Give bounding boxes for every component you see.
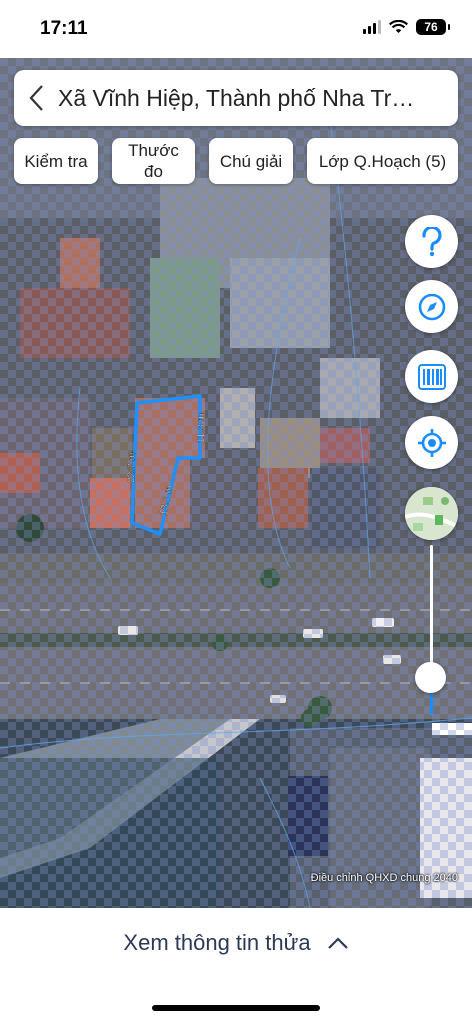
inspect-button[interactable]: Kiểm tra [14,138,98,184]
home-indicator [152,1005,320,1011]
status-bar: 17:11 76 [0,0,472,58]
battery-icon: 76 [416,19,450,35]
barcode-button[interactable] [405,350,458,403]
help-icon [421,226,442,256]
location-title[interactable]: Xã Vĩnh Hiệp, Thành phố Nha Tr… [58,85,448,112]
measure-label-line1: Thước [128,141,179,160]
chevron-up-icon [327,937,348,949]
satellite-map[interactable]: 22.7 m 11.3 m 13.7 m [0,58,472,908]
legend-button[interactable]: Chú giải [209,138,293,184]
map-layer-caption: Điều chỉnh QHXD chung 2040 [310,872,458,884]
inspect-label: Kiểm tra [24,151,88,171]
planning-layer-button[interactable]: Lớp Q.Hoạch (5) [307,138,458,184]
bottom-sheet[interactable]: Xem thông tin thửa [0,908,472,1024]
measure-label-line2: đo [144,162,163,181]
parcel-edge-label-2: 11.3 m [196,413,207,443]
wifi-icon [389,20,408,33]
barcode-icon [417,363,446,390]
parcel-info-toggle[interactable]: Xem thông tin thửa [0,930,472,956]
compass-button[interactable] [405,280,458,333]
back-icon[interactable] [14,70,58,126]
parcel-edge-label-1: 22.7 m [126,452,138,483]
parcel-info-label: Xem thông tin thửa [123,930,311,955]
legend-label: Chú giải [219,151,283,171]
status-time: 17:11 [40,18,88,39]
status-icons: 76 [363,19,450,35]
measure-button[interactable]: Thước đo [112,138,195,184]
map-type-button[interactable] [405,487,458,540]
layer-thumbnail-icon [405,487,458,540]
compass-icon [418,293,445,320]
my-location-button[interactable] [405,416,458,469]
help-button[interactable] [405,215,458,268]
cellular-signal-icon [363,20,381,34]
map-imagery: 22.7 m 11.3 m 13.7 m [0,58,472,908]
planning-layer-label: Lớp Q.Hoạch (5) [318,151,447,171]
search-bar[interactable]: Xã Vĩnh Hiệp, Thành phố Nha Tr… [14,70,458,126]
locate-icon [417,428,446,457]
opacity-slider-thumb[interactable] [415,662,446,693]
